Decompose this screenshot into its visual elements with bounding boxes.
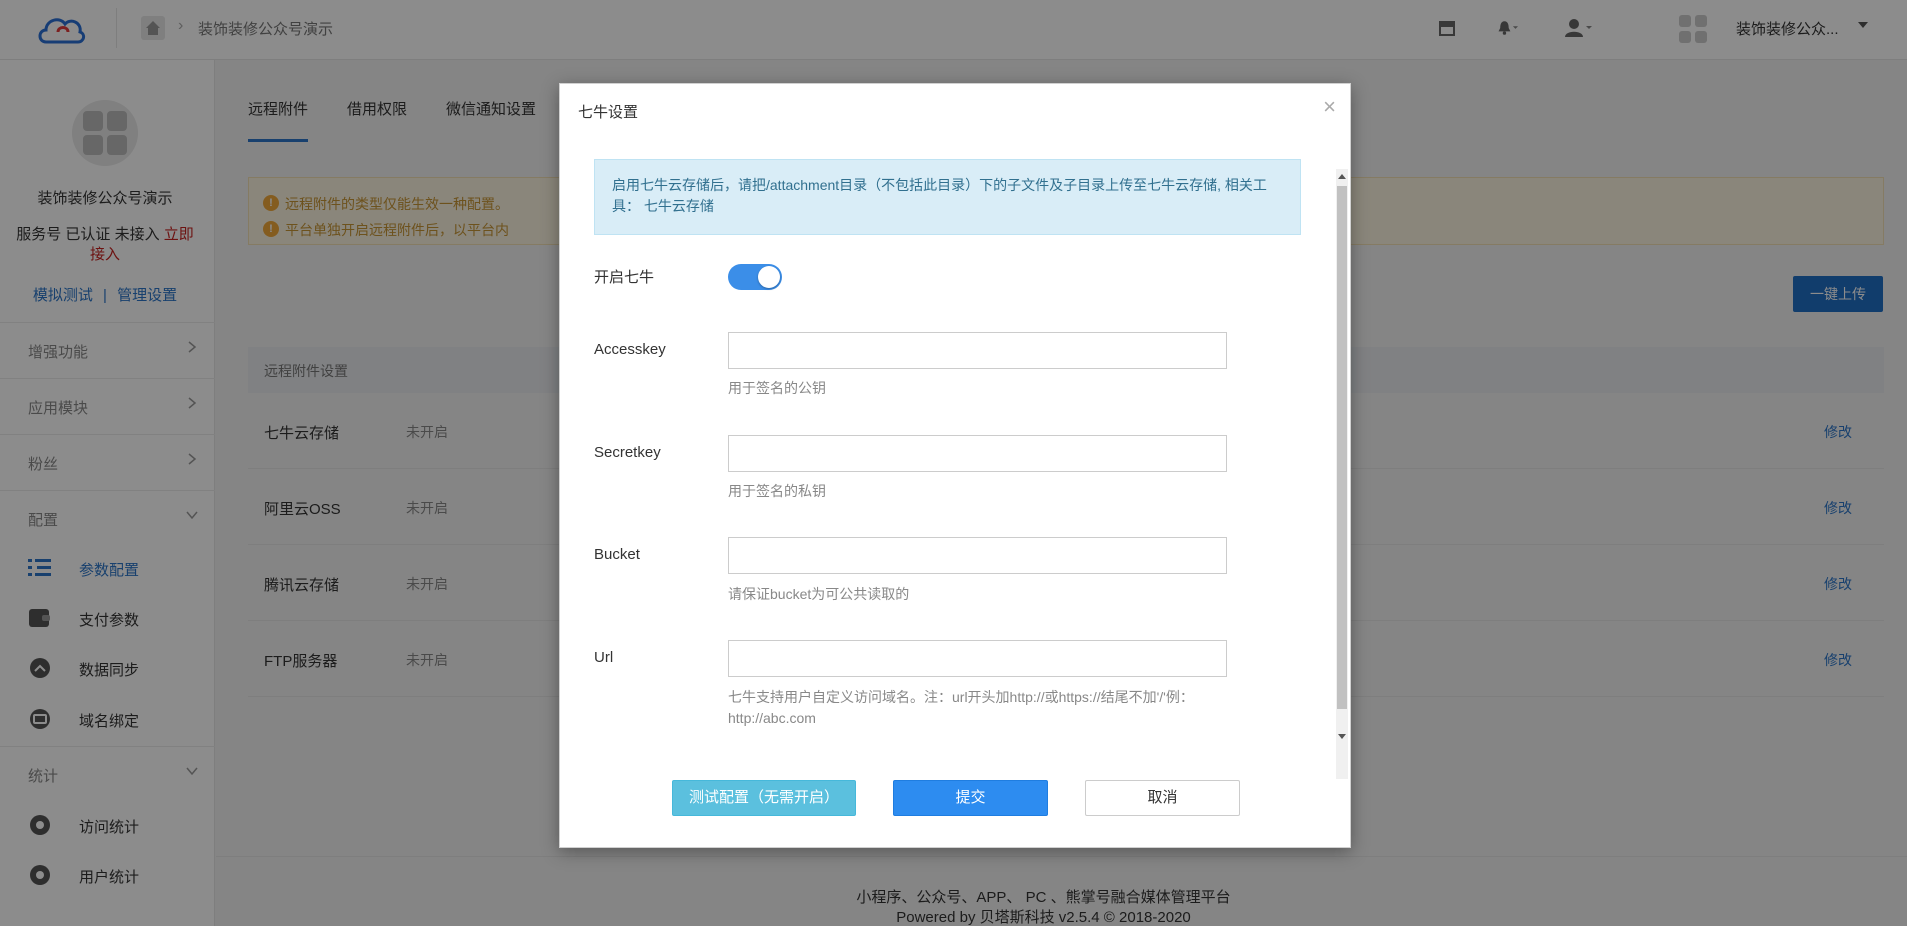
scroll-up-icon[interactable] — [1338, 174, 1346, 179]
submit-button[interactable]: 提交 — [893, 780, 1048, 816]
url-label: Url — [594, 649, 614, 666]
accesskey-help: 用于签名的公钥 — [728, 380, 826, 396]
qiniu-settings-modal: 七牛设置 × 启用七牛云存储后，请把/attachment目录（不包括此目录）下… — [559, 83, 1351, 848]
test-config-button[interactable]: 测试配置（无需开启） — [672, 780, 856, 816]
toggle-label: 开启七牛 — [594, 269, 655, 286]
bucket-help: 请保证bucket为可公共读取的 — [728, 586, 910, 602]
enable-qiniu-toggle[interactable] — [728, 264, 782, 290]
modal-title: 七牛设置 — [578, 104, 639, 121]
bucket-input[interactable] — [728, 537, 1227, 574]
secretkey-help: 用于签名的私钥 — [728, 483, 826, 499]
scroll-down-icon[interactable] — [1338, 734, 1346, 739]
accesskey-input[interactable] — [728, 332, 1227, 369]
info-alert: 启用七牛云存储后，请把/attachment目录（不包括此目录）下的子文件及子目… — [594, 159, 1301, 235]
accesskey-label: Accesskey — [594, 341, 666, 358]
modal-body: 启用七牛云存储后，请把/attachment目录（不包括此目录）下的子文件及子目… — [560, 134, 1352, 734]
url-help: 七牛支持用户自定义访问域名。注：url开头加http://或https://结尾… — [728, 689, 1194, 726]
url-input[interactable] — [728, 640, 1227, 677]
secretkey-label: Secretkey — [594, 444, 661, 461]
close-icon[interactable]: × — [1323, 96, 1336, 118]
toggle-knob — [758, 266, 780, 288]
info-text: 启用七牛云存储后，请把/attachment目录（不包括此目录）下的子文件及子目… — [612, 177, 1267, 214]
bucket-label: Bucket — [594, 546, 640, 563]
secretkey-input[interactable] — [728, 435, 1227, 472]
cancel-button[interactable]: 取消 — [1085, 780, 1240, 816]
scrollbar-thumb[interactable] — [1337, 186, 1347, 709]
